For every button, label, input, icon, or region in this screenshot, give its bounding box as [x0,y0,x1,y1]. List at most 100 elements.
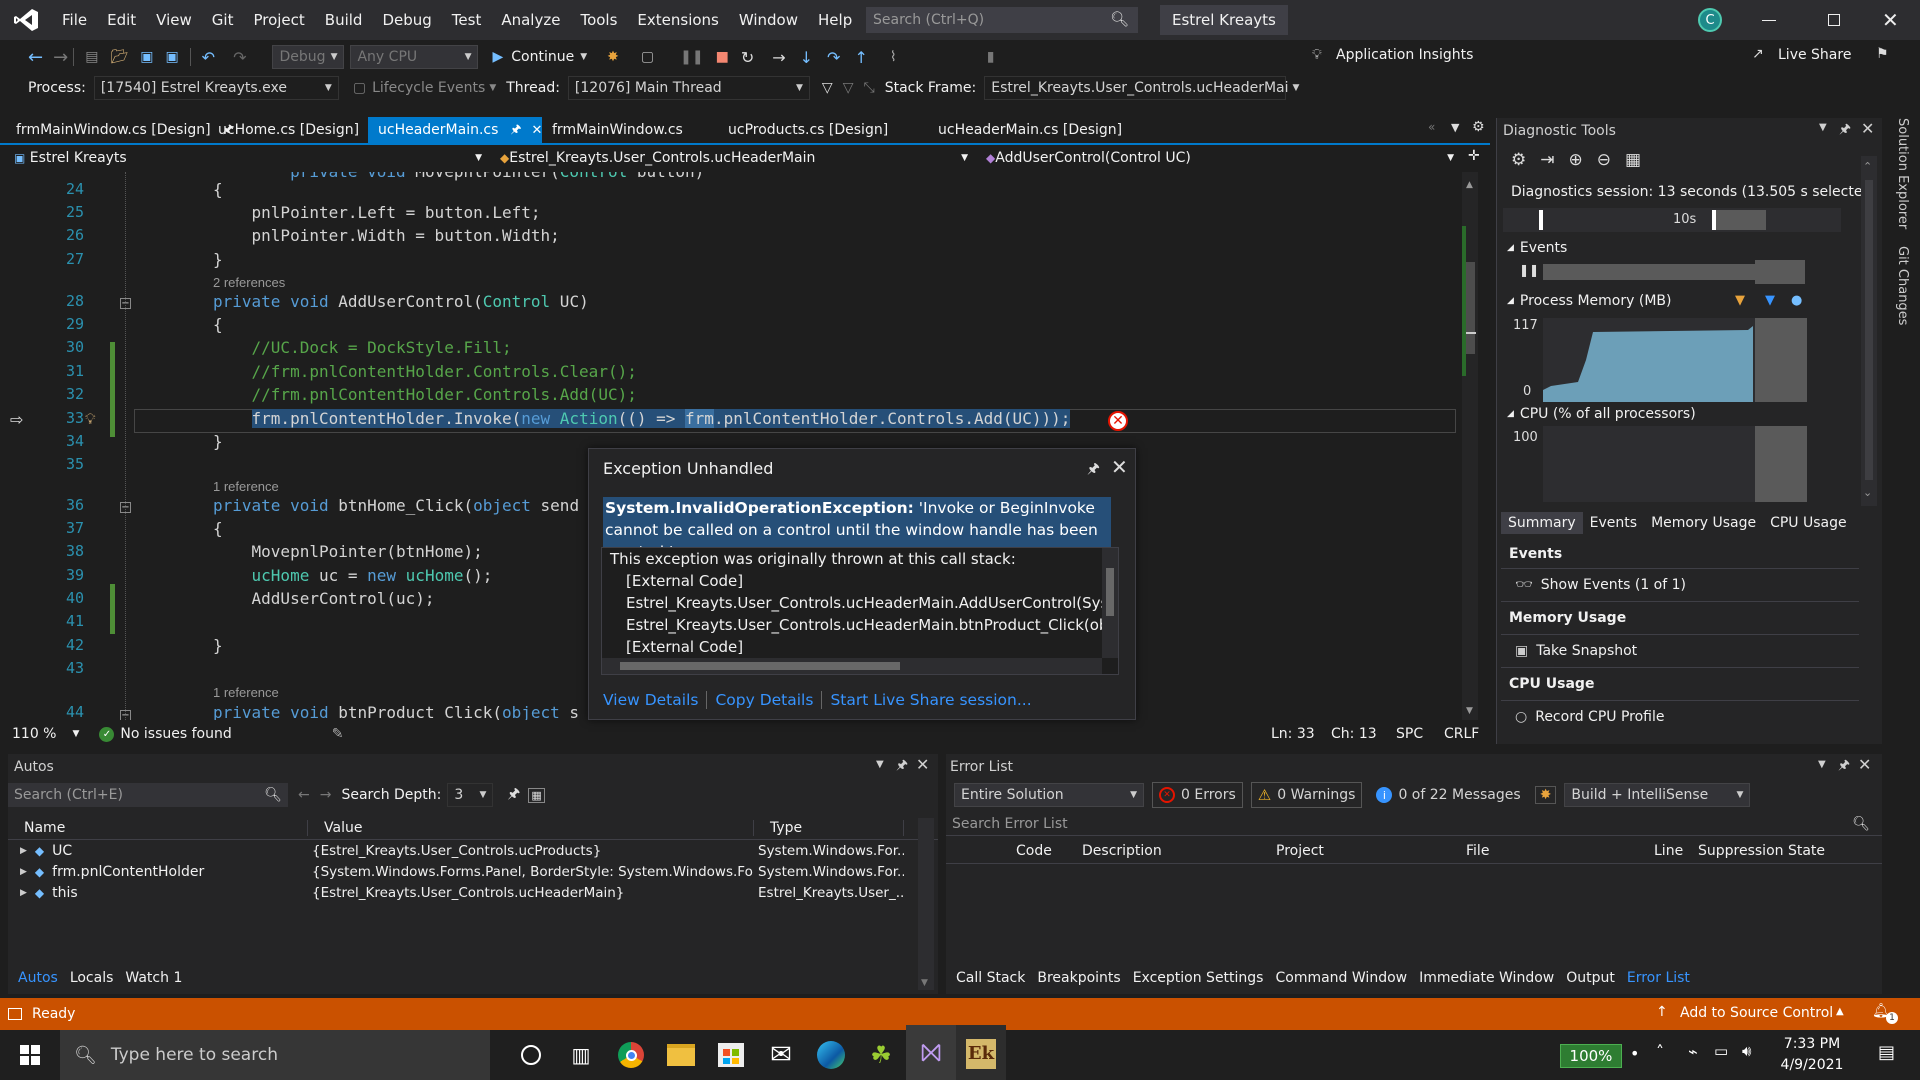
errorlist-bottom-tab[interactable]: Exception Settings [1127,970,1270,986]
app-icon[interactable]: ☘ [856,1025,906,1080]
autos-column-header[interactable]: Value [308,819,754,836]
maximize-button[interactable] [1828,14,1840,26]
process-dropdown[interactable]: [17540] Estrel Kreayts.exe ▼ [93,76,339,100]
windows-start-icon[interactable] [0,1030,60,1080]
menu-item-debug[interactable]: Debug [372,11,441,29]
zoom-level[interactable]: 110 % [12,726,56,742]
brush-icon[interactable]: ✎ [332,726,344,742]
flag-icon[interactable]: ▽ [843,80,854,96]
autos-close-icon[interactable]: ✕ [916,755,929,774]
stack-frame[interactable]: Estrel_Kreayts.User_Controls.ucHeaderMai… [626,614,1118,636]
autos-dropdown-icon[interactable]: ▼ [876,759,884,770]
errorlist-close-icon[interactable]: ✕ [1858,755,1871,774]
mail-icon[interactable]: ✉ [756,1025,806,1080]
member-dropdown[interactable]: ◆AddUserControl(Control UC) ▼ [980,150,1460,166]
pin-icon[interactable]: 🖈︎ [1087,458,1100,482]
errorlist-dropdown-icon[interactable]: ▼ [1818,759,1826,770]
tab-document[interactable]: ucHeaderMain.cs [Design] [928,117,1128,143]
side-tab-git-changes[interactable]: Git Changes [1888,246,1910,346]
chrome-icon[interactable] [606,1025,656,1080]
menu-item-analyze[interactable]: Analyze [491,11,570,29]
menu-item-test[interactable]: Test [442,11,492,29]
stack-frame[interactable]: Estrel_Kreayts.User_Controls.ucHeaderMai… [626,592,1118,614]
autos-search-input[interactable]: Search (Ctrl+E) 🔍︎ [8,783,288,807]
menu-item-file[interactable]: File [52,11,97,29]
hex-icon[interactable]: ⌇ [890,49,897,65]
filter-icon[interactable]: ▽ [822,80,833,96]
back-icon[interactable]: ← [28,47,43,68]
app-insights-button[interactable]: Application Insights [1336,47,1473,63]
screen-icon[interactable]: ▢ [641,49,654,65]
autos-row[interactable]: ▶ ◆ this {Estrel_Kreayts.User_Controls.ucHe… [8,882,938,903]
diag-pin-icon[interactable]: 🖈︎ [1839,120,1851,142]
search-forward-icon[interactable]: → [320,787,332,803]
tab-list-icon[interactable]: ▼ [1451,121,1459,134]
continue-icon[interactable]: ▶ [492,49,503,65]
pause-icon[interactable]: ❚❚ [680,49,703,65]
lightbulb-icon[interactable]: 💡︎ [85,410,96,428]
stop-icon[interactable]: ■ [716,49,729,65]
autos-row[interactable]: ▶ ◆ frm.pnlContentHolder {System.Windows.Fo… [8,861,938,882]
tab-pin-icon[interactable]: 🖈︎ [510,120,521,141]
errorlist-bottom-tab[interactable]: Error List [1621,970,1696,986]
step-over-icon[interactable]: ↷ [827,48,840,67]
store-icon[interactable] [706,1025,756,1080]
class-dropdown[interactable]: ◆Estrel_Kreayts.User_Controls.ucHeaderMa… [494,150,974,166]
zoom-out-icon[interactable]: ⊖ [1597,150,1611,170]
pin-filter-icon[interactable]: 🖈︎ [507,783,520,807]
step-out-icon[interactable]: ↑ [854,48,867,67]
errorlist-pin-icon[interactable]: 🖈︎ [1838,756,1850,778]
menu-item-extensions[interactable]: Extensions [627,11,728,29]
spacing-indicator[interactable]: SPC [1396,726,1423,742]
diag-tab[interactable]: Summary [1501,512,1583,534]
copy-details-link[interactable]: Copy Details [715,691,813,709]
errorlist-column-header[interactable]: Suppression State [1698,843,1825,859]
stack-frame[interactable]: [External Code] [626,570,1118,592]
errorlist-bottom-tab[interactable]: Output [1560,970,1621,986]
menu-item-window[interactable]: Window [729,11,808,29]
battery-indicator[interactable]: 100% [1560,1044,1622,1068]
clock[interactable]: 7:33 PM 4/9/2021 [1776,1034,1848,1076]
forward-icon[interactable]: → [53,47,68,68]
autos-column-header[interactable]: Name [8,819,308,836]
menu-item-build[interactable]: Build [315,11,373,29]
tab-document[interactable]: ucHeaderMain.cs 🖈︎ ✕ [368,117,542,143]
file-explorer-icon[interactable] [656,1025,706,1080]
depth-dropdown[interactable]: 3 ▼ [447,783,494,807]
break-icon[interactable]: ❚❚ [1519,263,1539,277]
stack-frame-dropdown[interactable]: Estrel_Kreayts.User_Controls.ucHeaderMai… [984,76,1299,100]
estrel-app-icon[interactable]: Ek [956,1025,1006,1080]
zoom-in-icon[interactable]: ⊕ [1569,150,1583,170]
cortana-icon[interactable] [506,1025,556,1080]
step-into-icon[interactable]: ↓ [800,48,813,67]
search-box[interactable]: Search (Ctrl+Q) 🔍︎ [866,7,1138,33]
mic-icon[interactable]: • [1630,1044,1639,1063]
tab-document[interactable]: frmMainWindow.cs [Design] 🖈︎ [6,117,234,143]
close-window-icon[interactable]: ✕ [1882,8,1899,32]
diag-tab[interactable]: CPU Usage [1763,512,1854,534]
settings-icon[interactable]: ⚙ [1511,150,1526,170]
save-all-icon[interactable]: ▣ [165,49,178,65]
add-source-control-button[interactable]: Add to Source Control [1680,1005,1833,1021]
diag-tab[interactable]: Memory Usage [1644,512,1763,534]
autos-bottom-tab[interactable]: Autos [12,970,64,986]
tab-scroll-icon[interactable]: « [1428,120,1435,134]
view-details-link[interactable]: View Details [603,691,698,709]
menu-item-view[interactable]: View [146,11,202,29]
source-control-icon[interactable]: ↑ [1656,1004,1668,1020]
errorlist-column-header[interactable]: Code [1016,843,1052,859]
menu-item-help[interactable]: Help [808,11,862,29]
save-icon[interactable]: ▣ [140,49,153,65]
errorlist-search-icon[interactable]: 🔍︎ [1852,816,1870,832]
warnings-filter-button[interactable]: ⚠ 0 Warnings [1250,782,1363,808]
lifecycle-icon[interactable]: ▢ [353,80,366,96]
stack-frame[interactable]: [External Code] [626,636,1118,658]
search-back-icon[interactable]: ← [298,787,310,803]
diag-close-icon[interactable]: ✕ [1861,119,1874,138]
reset-zoom-icon[interactable]: ▦ [1625,150,1641,170]
undo-icon[interactable]: ↶ [202,48,215,67]
open-file-icon[interactable]: 📂︎ [110,49,128,65]
continue-button[interactable]: Continue [511,49,574,65]
edge-icon[interactable] [806,1025,856,1080]
references-codelens[interactable]: 2 references [213,275,285,290]
